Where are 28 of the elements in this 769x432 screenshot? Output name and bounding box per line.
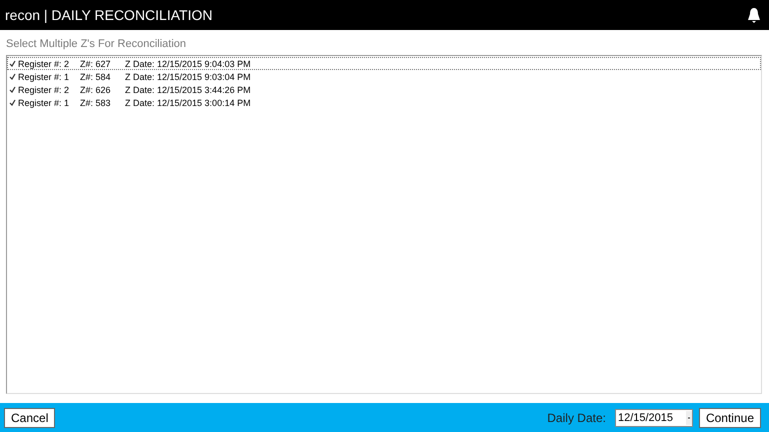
register-number: Register #: 1	[18, 98, 70, 108]
z-date: Z Date: 12/15/2015 3:44:26 PM	[125, 84, 252, 94]
z-number: Z#: 584	[80, 72, 112, 82]
z-date: Z Date: 12/15/2015 9:04:03 PM	[125, 58, 252, 68]
window-title: recon | DAILY RECONCILIATION	[5, 7, 212, 23]
z-report-item[interactable]: Register #: 1 Z#: 583 Z Date: 12/15/2015 3:00:14 PM	[7, 96, 761, 109]
instruction-text: Select Multiple Z's For Reconciliation	[6, 38, 188, 50]
z-date: Z Date: 12/15/2015 3:00:14 PM	[125, 98, 252, 108]
z-report-item[interactable]: Register #: 1 Z#: 584 Z Date: 12/15/2015 9:03:04 PM	[7, 70, 761, 83]
z-number: Z#: 583	[80, 98, 112, 108]
z-report-item[interactable]: Register #: 2 Z#: 626 Z Date: 12/15/2015 3:44:26 PM	[7, 83, 761, 96]
z-report-item[interactable]: Register #: 2 Z#: 627 Z Date: 12/15/2015 9:04:03 PM	[7, 57, 761, 70]
checkbox[interactable]	[9, 60, 16, 67]
checkbox[interactable]	[9, 86, 16, 93]
register-number: Register #: 1	[18, 72, 70, 82]
z-date: Z Date: 12/15/2015 9:03:04 PM	[125, 72, 252, 82]
date-field[interactable]: 12/15/2015	[614, 408, 693, 426]
checkbox[interactable]	[9, 73, 16, 80]
dropdown-icon[interactable]	[686, 410, 692, 424]
register-number: Register #: 2	[18, 58, 70, 68]
z-number: Z#: 626	[80, 84, 112, 94]
register-number: Register #: 2	[18, 84, 70, 94]
date-label: Daily Date:	[547, 410, 606, 424]
checkbox[interactable]	[9, 99, 16, 106]
cancel-button[interactable]: Cancel	[4, 408, 56, 428]
continue-button[interactable]: Continue	[698, 408, 761, 428]
bell-icon[interactable]	[747, 7, 761, 23]
z-number: Z#: 627	[80, 58, 112, 68]
